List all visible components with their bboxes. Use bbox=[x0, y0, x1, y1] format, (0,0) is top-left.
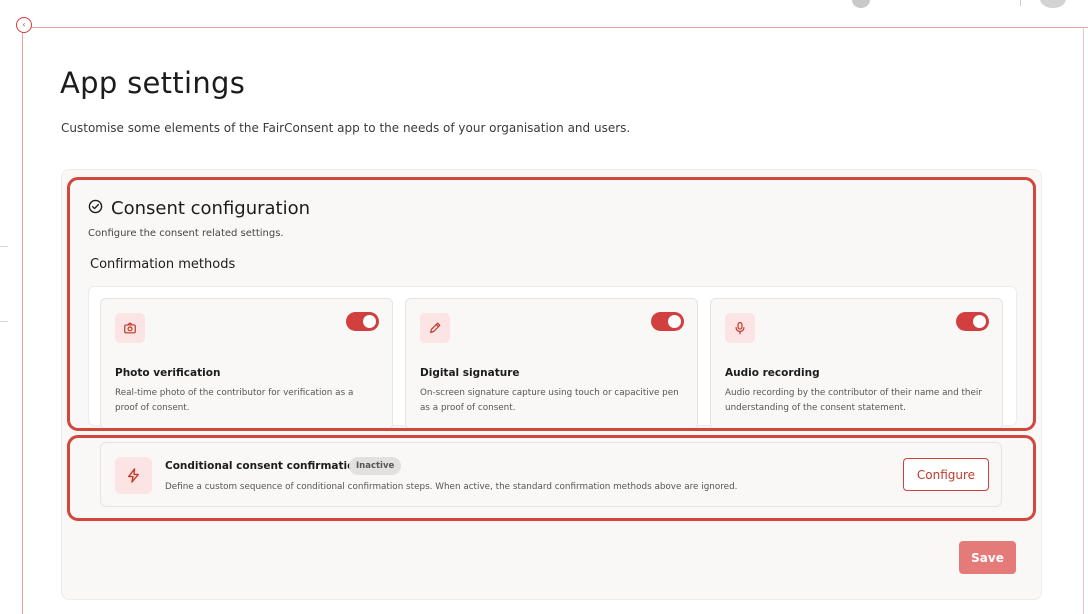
audio-recording-toggle[interactable] bbox=[956, 312, 989, 331]
method-description: On-screen signature capture using touch … bbox=[420, 388, 679, 413]
header-divider bbox=[1020, 0, 1021, 6]
confirmation-methods-heading: Confirmation methods bbox=[90, 257, 236, 272]
chevron-left-icon: ‹ bbox=[22, 20, 26, 29]
method-card-digital-signature: Digital signature On-screen signature ca… bbox=[405, 298, 698, 430]
notification-icon[interactable] bbox=[852, 0, 870, 8]
method-card-photo-verification: Photo verification Real-time photo of th… bbox=[100, 298, 393, 430]
lightning-icon bbox=[115, 457, 152, 494]
page-subtitle: Customise some elements of the FairConse… bbox=[61, 121, 631, 135]
conditional-consent-description: Define a custom sequence of conditional … bbox=[165, 482, 738, 492]
save-button[interactable]: Save bbox=[959, 541, 1016, 574]
method-name: Digital signature bbox=[420, 367, 520, 379]
section-description: Configure the consent related settings. bbox=[88, 228, 284, 239]
content-frame-left-border bbox=[22, 27, 23, 614]
conditional-consent-title: Conditional consent confirmation bbox=[165, 460, 362, 472]
sidebar-divider bbox=[0, 246, 8, 247]
method-name: Audio recording bbox=[725, 367, 820, 379]
method-description: Real-time photo of the contributor for v… bbox=[115, 388, 354, 413]
content-frame-top-border bbox=[22, 27, 1088, 28]
photo-verification-toggle[interactable] bbox=[346, 312, 379, 331]
method-description: Audio recording by the contributor of th… bbox=[725, 388, 982, 413]
section-title: Consent configuration bbox=[111, 198, 311, 219]
page-title: App settings bbox=[60, 66, 246, 100]
digital-signature-toggle[interactable] bbox=[651, 312, 684, 331]
user-avatar[interactable] bbox=[1040, 0, 1066, 8]
consent-section-header: Consent configuration bbox=[88, 198, 310, 219]
configure-button[interactable]: Configure bbox=[903, 458, 989, 491]
microphone-icon bbox=[725, 313, 755, 343]
status-badge: Inactive bbox=[349, 457, 402, 475]
method-card-audio-recording: Audio recording Audio recording by the c… bbox=[710, 298, 1003, 430]
conditional-consent-card: Conditional consent confirmation Inactiv… bbox=[100, 442, 1002, 507]
content-frame-right-border bbox=[1083, 27, 1084, 614]
check-circle-icon bbox=[88, 199, 103, 218]
sidebar-collapse-button[interactable]: ‹ bbox=[16, 17, 32, 33]
method-name: Photo verification bbox=[115, 367, 221, 379]
pen-icon bbox=[420, 313, 450, 343]
camera-icon bbox=[115, 313, 145, 343]
sidebar-divider bbox=[0, 321, 8, 322]
